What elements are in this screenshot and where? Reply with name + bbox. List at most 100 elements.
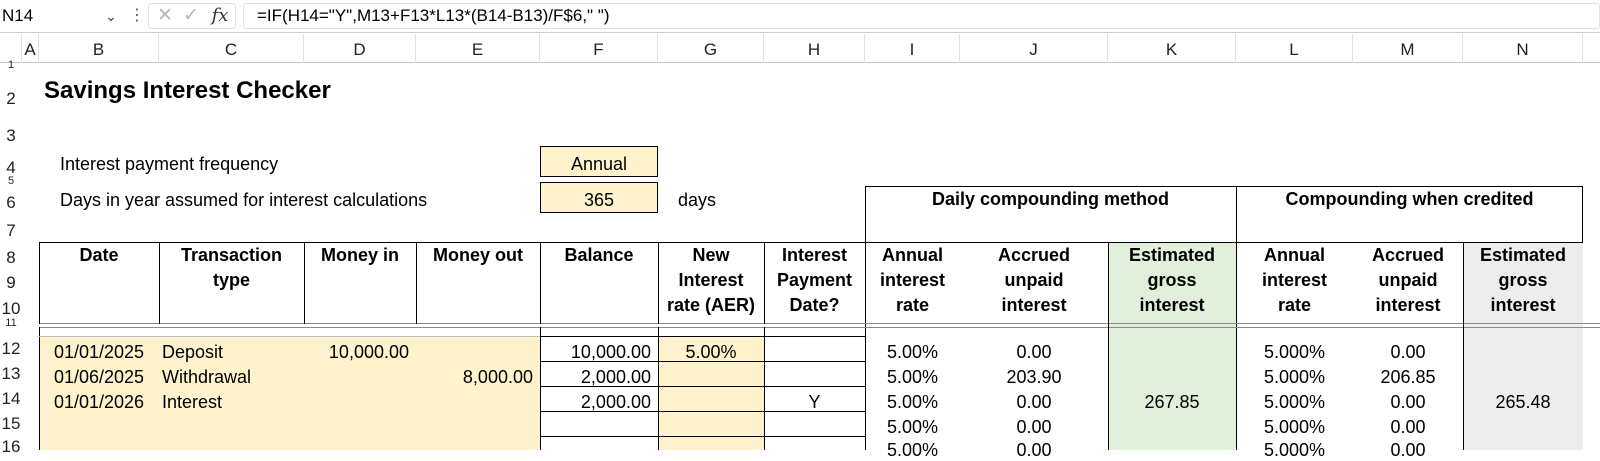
row-header-7[interactable]: 7 <box>0 218 22 243</box>
cell-i[interactable]: 5.00% <box>865 367 960 388</box>
row-header-1[interactable]: 1 <box>0 60 22 70</box>
cell-date[interactable]: 01/01/2026 <box>39 392 159 413</box>
select-all-corner[interactable] <box>0 34 22 63</box>
header-text: Interest <box>781 245 848 265</box>
row-header-15[interactable]: 15 <box>0 411 22 436</box>
cell-i[interactable]: 5.00% <box>865 392 960 413</box>
vertical-dots-icon[interactable]: ⋮ <box>129 3 145 29</box>
column-header-n[interactable]: N <box>1463 34 1583 63</box>
cell-m[interactable]: 0.00 <box>1353 392 1463 413</box>
cell-date[interactable]: 01/01/2025 <box>39 342 159 363</box>
column-header-m[interactable]: M <box>1353 34 1463 63</box>
row-header-2[interactable]: 2 <box>0 86 22 111</box>
header-date: Date <box>39 243 159 268</box>
chevron-down-icon[interactable]: ⌄ <box>101 3 121 29</box>
header-text: Interest <box>678 270 744 290</box>
column-header-a[interactable]: A <box>22 34 39 63</box>
col-divider <box>1463 242 1464 450</box>
header-border-bottom <box>39 323 1600 324</box>
cell-l[interactable]: 5.000% <box>1236 342 1353 363</box>
column-header-f[interactable]: F <box>540 34 658 63</box>
cell-money-out[interactable]: 8,000.00 <box>416 367 540 388</box>
cell-i[interactable]: 5.00% <box>865 342 960 363</box>
col-divider <box>39 242 40 324</box>
cell-balance[interactable]: 2,000.00 <box>540 392 658 413</box>
row-border <box>540 436 865 437</box>
cell-type[interactable]: Deposit <box>159 342 304 363</box>
header-text: gross <box>1498 270 1548 290</box>
row-header-9[interactable]: 9 <box>0 270 22 295</box>
header-date-text: Date <box>79 245 119 265</box>
column-header-b[interactable]: B <box>39 34 159 63</box>
formula-input[interactable]: =IF(H14="Y",M13+F13*L13*(B14-B13)/F$6," … <box>243 3 1600 29</box>
row-border <box>540 336 865 337</box>
column-header-l[interactable]: L <box>1236 34 1353 63</box>
row-header-11[interactable]: 11 <box>0 318 22 328</box>
header-text: Annual <box>1264 245 1325 265</box>
row-header-12[interactable]: 12 <box>0 336 22 361</box>
col-divider <box>658 242 659 324</box>
cell-j[interactable]: 0.00 <box>960 417 1108 438</box>
header-money-in: Money in <box>304 243 416 268</box>
frequency-value[interactable]: Annual <box>540 154 658 175</box>
header-text: New <box>692 245 730 265</box>
cell-j[interactable]: 0.00 <box>960 342 1108 363</box>
cell-balance[interactable]: 10,000.00 <box>540 342 658 363</box>
cell-j[interactable]: 0.00 <box>960 392 1108 413</box>
cell-money-in[interactable]: 10,000.00 <box>304 342 416 363</box>
enter-check-icon[interactable]: ✓ <box>181 4 201 28</box>
days-value[interactable]: 365 <box>540 190 658 211</box>
header-text: Balance <box>564 245 634 265</box>
col-divider <box>1108 242 1109 450</box>
cell-new-rate[interactable]: 5.00% <box>658 342 764 363</box>
cell-i[interactable]: 5.00% <box>865 417 960 438</box>
row-header-8[interactable]: 8 <box>0 245 22 270</box>
header-text: Payment <box>776 270 853 290</box>
column-header-j[interactable]: J <box>960 34 1108 63</box>
column-header-c[interactable]: C <box>159 34 304 63</box>
row-header-14[interactable]: 14 <box>0 386 22 411</box>
column-header-e[interactable]: E <box>416 34 540 63</box>
column-header-k[interactable]: K <box>1108 34 1236 63</box>
group-border-right <box>1582 186 1583 243</box>
cell-l[interactable]: 5.000% <box>1236 392 1353 413</box>
header-text: interest <box>1139 295 1205 315</box>
cell-l[interactable]: 5.000% <box>1236 367 1353 388</box>
column-header-h[interactable]: H <box>764 34 865 63</box>
row-header-13[interactable]: 13 <box>0 361 22 386</box>
header-text: unpaid <box>1004 270 1064 290</box>
cell-l[interactable]: 5.000% <box>1236 440 1353 461</box>
cell-i[interactable]: 5.00% <box>865 440 960 461</box>
cell-m[interactable]: 0.00 <box>1353 342 1463 363</box>
cell-l[interactable]: 5.000% <box>1236 417 1353 438</box>
header-text: type <box>212 270 250 290</box>
page-title: Savings Interest Checker <box>44 77 331 104</box>
column-header-g[interactable]: G <box>658 34 764 63</box>
cell-k[interactable]: 267.85 <box>1108 392 1236 413</box>
formula-controls: ✕ ✓ fx <box>148 3 236 29</box>
column-header-d[interactable]: D <box>304 34 416 63</box>
cell-n[interactable]: 265.48 <box>1463 392 1583 413</box>
cell-type[interactable]: Interest <box>159 392 304 413</box>
row-header-5[interactable]: 5 <box>0 176 22 186</box>
insert-function-icon[interactable]: fx <box>207 4 233 28</box>
cell-pay[interactable]: Y <box>764 392 865 413</box>
header-text: interest <box>1490 295 1556 315</box>
cancel-icon[interactable]: ✕ <box>155 4 175 28</box>
header-estimated-credited: Estimated gross interest <box>1463 243 1583 318</box>
cell-m[interactable]: 0.00 <box>1353 440 1463 461</box>
row-header-6[interactable]: 6 <box>0 190 22 215</box>
row-header-3[interactable]: 3 <box>0 123 22 148</box>
col-divider <box>416 242 417 324</box>
header-estimated-daily: Estimated gross interest <box>1108 243 1236 318</box>
cell-m[interactable]: 206.85 <box>1353 367 1463 388</box>
cell-m[interactable]: 0.00 <box>1353 417 1463 438</box>
header-text: rate <box>1277 295 1312 315</box>
column-header-i[interactable]: I <box>865 34 960 63</box>
cell-date[interactable]: 01/06/2025 <box>39 367 159 388</box>
cell-type[interactable]: Withdrawal <box>159 367 304 388</box>
cell-balance[interactable]: 2,000.00 <box>540 367 658 388</box>
row-header-16[interactable]: 16 <box>0 434 22 459</box>
cell-j[interactable]: 203.90 <box>960 367 1108 388</box>
cell-j[interactable]: 0.00 <box>960 440 1108 461</box>
